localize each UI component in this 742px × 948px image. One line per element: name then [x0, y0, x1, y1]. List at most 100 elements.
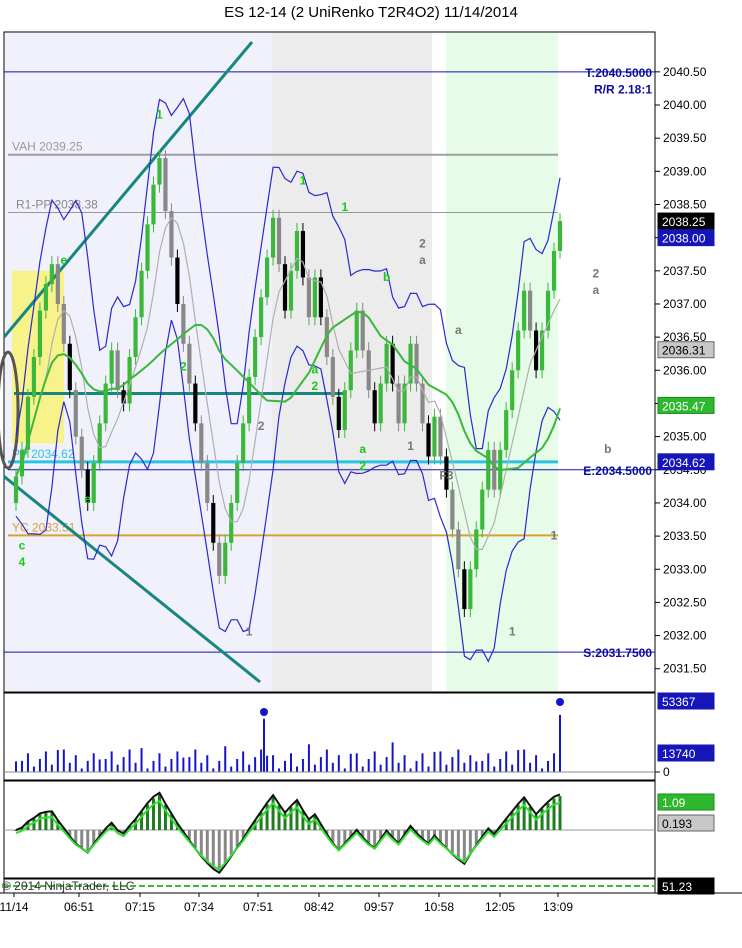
pattern-label: e	[84, 492, 91, 506]
macd-bar	[38, 814, 42, 830]
volume-spike-marker	[260, 708, 268, 716]
renko-bar	[115, 350, 120, 391]
renko-bar	[378, 383, 383, 424]
y-tick-label: 0	[663, 765, 670, 779]
macd-bar	[235, 830, 239, 847]
volume-spike-marker	[556, 698, 564, 706]
pattern-label: a	[312, 363, 319, 377]
price-tag-label: 2035.47	[662, 399, 706, 413]
renko-bar	[456, 529, 461, 570]
pattern-label: a	[593, 283, 600, 297]
pattern-label: 1	[341, 200, 348, 214]
pattern-label: c	[19, 538, 26, 552]
renko-bar	[49, 264, 54, 285]
level-label: R1-PP 2038.38	[16, 197, 98, 211]
y-tick-label: 2033.50	[663, 529, 707, 543]
macd-bar	[450, 830, 454, 853]
macd-bar	[444, 830, 448, 848]
price-tag-label: 53367	[662, 695, 696, 709]
pattern-label: a	[419, 253, 426, 267]
macd-bar	[199, 830, 203, 855]
renko-bar	[354, 310, 359, 351]
y-tick-label: 2035.00	[663, 430, 707, 444]
pattern-label: 2	[593, 266, 600, 280]
renko-bar	[55, 264, 60, 304]
renko-bar	[37, 310, 43, 358]
renko-bar	[450, 489, 455, 530]
x-tick-label: 11/14	[0, 900, 29, 914]
renko-bar	[528, 290, 533, 331]
pattern-label: e	[60, 253, 67, 267]
renko-bar	[109, 350, 114, 384]
macd-bar	[558, 796, 562, 830]
renko-bar	[390, 343, 395, 384]
renko-bar	[270, 217, 276, 258]
macd-bar	[217, 830, 221, 871]
price-tag-label: 2036.31	[662, 344, 706, 358]
y-tick-label: 2032.50	[663, 595, 707, 609]
y-tick-label: 2033.00	[663, 562, 707, 576]
chart-canvas[interactable]: 2040.50 2040.00 2039.50 2039.00 2038.50 2038.…	[0, 0, 742, 948]
macd-bar	[86, 830, 90, 852]
pattern-label: b	[383, 270, 390, 284]
price-tag-label: 2038.00	[662, 232, 706, 246]
renko-bar	[426, 423, 431, 457]
renko-bar	[468, 569, 473, 610]
renko-bar	[145, 224, 150, 271]
pattern-label: 2	[312, 379, 319, 393]
renko-bar	[193, 383, 198, 424]
renko-bar	[157, 158, 162, 185]
renko-bar	[510, 370, 515, 411]
renko-bar	[312, 277, 317, 318]
macd-bar	[157, 794, 161, 830]
y-tick-label: 2038.50	[663, 197, 707, 211]
x-tick-label: 07:51	[243, 900, 273, 914]
renko-bar	[294, 231, 300, 271]
macd-bar	[44, 812, 48, 830]
renko-bar	[504, 410, 509, 450]
renko-bar	[211, 502, 216, 543]
x-tick-label: 07:15	[125, 900, 155, 914]
pattern-label: 1	[246, 625, 253, 639]
renko-bar	[432, 416, 437, 457]
pattern-label: 1	[156, 107, 163, 121]
pattern-label: 1	[551, 528, 558, 542]
macd-bar	[80, 830, 84, 848]
renko-bar	[235, 463, 240, 503]
pattern-label: 4	[19, 555, 26, 569]
renko-bar	[342, 390, 347, 430]
chart-window: ES 12-14 (2 UniRenko T2R4O2) 11/14/2014 …	[0, 0, 742, 948]
macd-bar	[193, 830, 197, 848]
price-tag-label: 13740	[662, 747, 696, 761]
x-tick-label: 09:57	[364, 900, 394, 914]
pattern-label: 1	[300, 174, 307, 188]
y-tick-label: 2037.00	[663, 297, 707, 311]
renko-bar	[330, 357, 335, 397]
trade-level-label: E:2034.5000	[583, 464, 652, 478]
pattern-label: a	[359, 442, 366, 456]
price-tag-label: 2038.25	[662, 215, 706, 229]
y-tick-label: 2034.00	[663, 496, 707, 510]
macd-bar	[229, 830, 233, 855]
y-tick-label: 2037.50	[663, 264, 707, 278]
y-tick-label: 2039.50	[663, 131, 707, 145]
x-tick-label: 10:58	[424, 900, 454, 914]
pattern-label: F3	[439, 469, 453, 483]
renko-bar	[175, 257, 180, 304]
renko-bar	[217, 542, 222, 576]
renko-bar	[288, 270, 294, 311]
price-tag-label: 0.193	[662, 817, 692, 831]
renko-bar	[199, 423, 204, 464]
renko-bar	[306, 277, 312, 318]
macd-bar	[211, 830, 215, 867]
renko-bar	[253, 337, 258, 377]
pattern-label: 2	[419, 237, 426, 251]
pattern-label: 1	[509, 625, 516, 639]
renko-bar	[551, 250, 557, 291]
renko-bar	[384, 343, 389, 384]
y-tick-label: 2036.00	[663, 363, 707, 377]
renko-bar	[492, 449, 497, 490]
macd-bar	[552, 798, 556, 830]
price-tag-label: 2034.62	[662, 456, 706, 470]
renko-bar	[276, 217, 282, 265]
